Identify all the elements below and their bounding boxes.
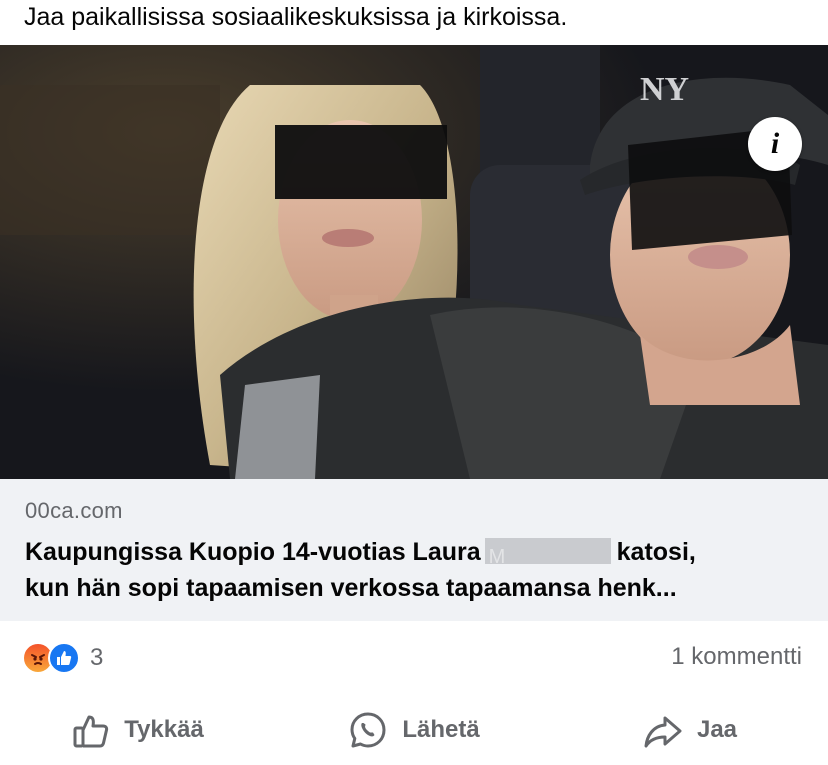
send-button[interactable]: Lähetä — [276, 700, 552, 760]
info-icon: i — [770, 127, 780, 160]
like-icon — [48, 642, 80, 674]
redacted-name: M — [484, 538, 611, 568]
comments-count[interactable]: 1 kommentti — [671, 643, 802, 671]
photo-illustration: NY — [0, 45, 828, 479]
headline-part1: Kaupungissa Kuopio 14-vuotias Laura — [25, 538, 481, 566]
headline-part2: katosi, — [616, 538, 696, 566]
info-button[interactable]: i — [748, 117, 802, 171]
thumbs-up-icon — [73, 715, 109, 748]
like-button[interactable]: Tykkää — [0, 700, 276, 760]
reaction-count: 3 — [90, 644, 104, 671]
link-headline: Kaupungissa Kuopio 14-vuotias Laura Mkato… — [25, 534, 815, 606]
link-preview[interactable]: 00ca.com Kaupungissa Kuopio 14-vuotias L… — [0, 479, 828, 621]
action-bar: Tykkää Lähetä Jaa — [0, 700, 828, 760]
link-domain: 00ca.com — [25, 498, 123, 523]
share-arrow-icon — [644, 716, 682, 748]
like-label: Tykkää — [124, 716, 204, 743]
post-text: Jaa paikallisissa sosiaalikeskuksissa ja… — [24, 3, 568, 31]
share-label: Jaa — [696, 716, 738, 743]
redacted-letter: M — [488, 546, 506, 568]
send-label: Lähetä — [402, 716, 480, 743]
post-photo[interactable]: NY i — [0, 45, 828, 479]
headline-line2: kun hän sopi tapaamisen verkossa tapaama… — [25, 574, 677, 602]
censor-bar-left — [275, 125, 447, 199]
whatsapp-icon — [350, 712, 386, 748]
share-button[interactable]: Jaa — [552, 700, 828, 760]
cap-logo: NY — [640, 71, 689, 108]
reactions-summary[interactable]: 3 — [22, 641, 103, 675]
